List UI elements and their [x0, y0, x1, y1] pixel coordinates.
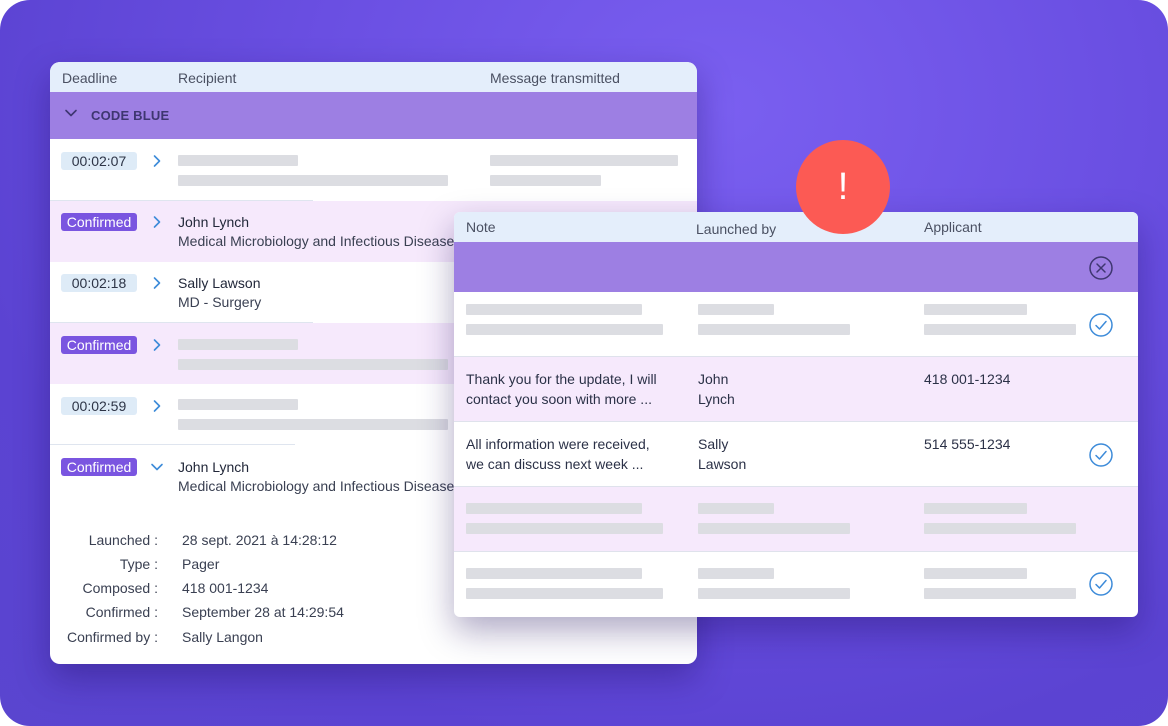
applicant-phone: 514 555-1234 [924, 436, 1011, 452]
deadline-timer-badge: 00:02:07 [61, 152, 137, 170]
chevron-right-icon[interactable] [150, 399, 164, 413]
group-label: CODE BLUE [91, 108, 170, 123]
launched-by-name: John Lynch [698, 369, 735, 409]
placeholder-line [924, 523, 1076, 534]
placeholder-line [178, 359, 448, 370]
note-line: contact you soon with more ... [466, 391, 652, 407]
close-icon[interactable] [1088, 255, 1114, 281]
table-header: Deadline Recipient Message transmitted [50, 62, 697, 92]
placeholder-line [698, 523, 850, 534]
placeholder-line [466, 304, 642, 315]
row-divider [50, 444, 295, 445]
placeholder-line [924, 324, 1076, 335]
placeholder-line [178, 175, 448, 186]
check-circle-icon[interactable] [1088, 571, 1114, 597]
placeholder-line [466, 588, 663, 599]
note-line: we can discuss next week ... [466, 456, 644, 472]
detail-label-composed: Composed : [82, 580, 158, 596]
column-header-deadline[interactable]: Deadline [62, 70, 117, 86]
check-circle-icon[interactable] [1088, 312, 1114, 338]
recipient-department: MD - Surgery [178, 294, 262, 310]
column-header-message[interactable]: Message transmitted [490, 70, 620, 86]
column-header-applicant[interactable]: Applicant [924, 219, 982, 235]
recipient-name: Sally Lawson [178, 275, 261, 291]
chevron-right-icon[interactable] [150, 154, 164, 168]
launcher-first-name: Sally [698, 436, 729, 452]
placeholder-line [178, 155, 298, 166]
placeholder-line [178, 339, 298, 350]
placeholder-line [466, 324, 663, 335]
placeholder-line [924, 503, 1027, 514]
note-text: All information were received, we can di… [466, 434, 650, 474]
exclamation-icon: ! [796, 140, 890, 234]
table-row[interactable]: 00:02:07 [50, 140, 697, 201]
detail-value-confirmed-by: Sally Langon [182, 629, 263, 645]
table-row[interactable]: All information were received, we can di… [454, 422, 1138, 487]
placeholder-line [698, 304, 774, 315]
confirmed-badge: Confirmed [61, 336, 137, 354]
placeholder-line [466, 523, 663, 534]
confirmed-badge: Confirmed [61, 458, 137, 476]
check-circle-icon[interactable] [1088, 442, 1114, 468]
launcher-first-name: John [698, 371, 729, 387]
detail-label-confirmed: Confirmed : [85, 604, 158, 620]
group-row-code-blue[interactable]: CODE BLUE [50, 92, 697, 139]
note-text: Thank you for the update, I will contact… [466, 369, 657, 409]
table-row[interactable] [454, 552, 1138, 617]
panel-toolbar [454, 242, 1138, 292]
placeholder-line [924, 588, 1076, 599]
chevron-right-icon[interactable] [150, 276, 164, 290]
table-row[interactable] [454, 487, 1138, 552]
table-header: Note Launched by Applicant [454, 212, 1138, 242]
placeholder-line [698, 324, 850, 335]
detail-label-confirmed-by: Confirmed by : [66, 629, 158, 645]
placeholder-line [698, 588, 850, 599]
recipient-department: Medical Microbiology and Infectious Dise… [178, 233, 455, 249]
chevron-down-icon[interactable] [150, 460, 164, 474]
recipient-name: John Lynch [178, 459, 250, 475]
note-line: Thank you for the update, I will [466, 371, 657, 387]
placeholder-line [698, 568, 774, 579]
table-row[interactable] [454, 292, 1138, 357]
chevron-right-icon[interactable] [150, 338, 164, 352]
column-header-launched-by[interactable]: Launched by [696, 221, 776, 237]
placeholder-line [466, 503, 642, 514]
deadline-timer-badge: 00:02:59 [61, 397, 137, 415]
background-stage: Deadline Recipient Message transmitted C… [0, 0, 1168, 726]
detail-label-type: Type : [119, 556, 158, 572]
detail-value-launched: 28 sept. 2021 à 14:28:12 [182, 532, 337, 548]
detail-value-confirmed: September 28 at 14:29:54 [182, 604, 344, 620]
deadline-timer-badge: 00:02:18 [61, 274, 137, 292]
chevron-right-icon[interactable] [150, 215, 164, 229]
placeholder-line [178, 399, 298, 410]
detail-value-type: Pager [182, 556, 220, 572]
placeholder-line [924, 568, 1027, 579]
placeholder-line [178, 419, 448, 430]
detail-label-launched: Launched : [88, 532, 158, 548]
placeholder-line [466, 568, 642, 579]
detail-value-composed: 418 001-1234 [182, 580, 269, 596]
recipient-department: Medical Microbiology and Infectious Dise… [178, 478, 455, 494]
placeholder-line [924, 304, 1027, 315]
table-row[interactable]: Thank you for the update, I will contact… [454, 357, 1138, 422]
placeholder-line [698, 503, 774, 514]
notes-table-panel: Note Launched by Applicant Thank you for… [454, 212, 1138, 617]
recipient-name: John Lynch [178, 214, 250, 230]
launcher-last-name: Lawson [698, 456, 747, 472]
confirmed-badge: Confirmed [61, 213, 137, 231]
note-line: All information were received, [466, 436, 650, 452]
placeholder-line [490, 155, 678, 166]
applicant-phone: 418 001-1234 [924, 371, 1011, 387]
launched-by-name: Sally Lawson [698, 434, 746, 474]
column-header-note[interactable]: Note [466, 219, 496, 235]
chevron-down-icon[interactable] [64, 106, 78, 120]
placeholder-line [490, 175, 601, 186]
column-header-recipient[interactable]: Recipient [178, 70, 236, 86]
launcher-last-name: Lynch [698, 391, 735, 407]
